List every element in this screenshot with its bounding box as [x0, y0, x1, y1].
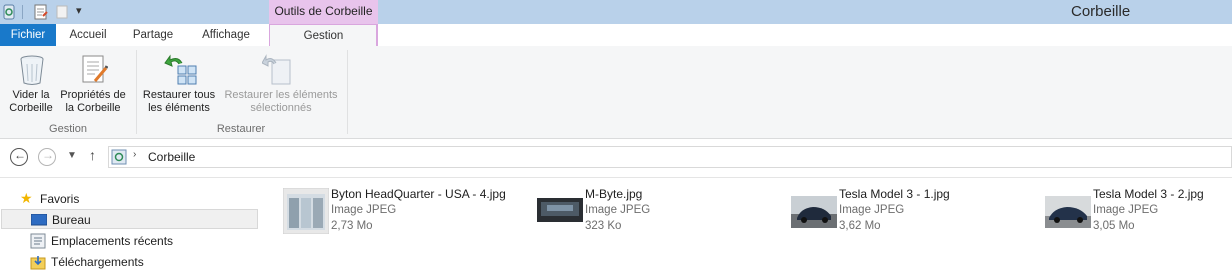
file-item[interactable]: Byton HeadQuarter - USA - 4.jpg Image JP…	[283, 184, 523, 236]
image-thumbnail	[283, 188, 329, 234]
image-thumbnail	[1045, 196, 1091, 228]
back-arrow-icon: ←	[14, 148, 26, 162]
file-name: Tesla Model 3 - 2.jpg	[1093, 187, 1204, 201]
file-type: Image JPEG	[331, 204, 397, 216]
file-item[interactable]: Tesla Model 3 - 2.jpg Image JPEG 3,05 Mo	[1045, 184, 1232, 236]
nav-desktop-label: Bureau	[52, 213, 91, 227]
folder-quick-icon[interactable]	[55, 4, 69, 20]
tab-file[interactable]: Fichier	[0, 24, 56, 46]
nav-desktop[interactable]: Bureau	[1, 209, 258, 229]
bin-properties-button[interactable]: Propriétés de la Corbeille	[58, 52, 128, 116]
address-bar[interactable]: › Corbeille	[108, 146, 1232, 168]
restore-all-label-2: les éléments	[148, 102, 210, 114]
empty-bin-label-1: Vider la	[12, 89, 50, 101]
nav-recent-places[interactable]: Emplacements récents	[30, 231, 250, 251]
image-thumbnail	[537, 198, 583, 222]
group-label-manage: Gestion	[49, 123, 87, 135]
nav-favorites-label: Favoris	[40, 192, 80, 206]
breadcrumb-chevron-icon[interactable]: ›	[133, 149, 136, 160]
restore-all-button[interactable]: Restaurer tous les éléments	[142, 52, 220, 116]
window-title: Corbeille	[1071, 3, 1131, 20]
back-button[interactable]: ←	[10, 148, 28, 166]
properties-icon	[82, 55, 108, 83]
file-size: 3,05 Mo	[1093, 220, 1135, 232]
file-name: Tesla Model 3 - 1.jpg	[839, 187, 950, 201]
nav-downloads[interactable]: Téléchargements	[30, 252, 250, 272]
up-arrow-icon[interactable]: ↑	[89, 147, 96, 163]
empty-bin-button[interactable]: Vider la Corbeille	[8, 52, 54, 116]
nav-downloads-label: Téléchargements	[51, 255, 144, 269]
file-item[interactable]: Tesla Model 3 - 1.jpg Image JPEG 3,62 Mo	[791, 184, 1031, 236]
nav-recent-label: Emplacements récents	[51, 234, 174, 248]
tab-manage[interactable]: Gestion	[269, 24, 378, 48]
tab-view[interactable]: Affichage	[194, 24, 258, 46]
file-type: Image JPEG	[1093, 204, 1159, 216]
recycle-bin-app-icon[interactable]	[2, 4, 16, 20]
restore-selected-icon	[262, 54, 291, 85]
bin-props-label-2: la Corbeille	[65, 102, 121, 114]
tab-share[interactable]: Partage	[124, 24, 182, 46]
contextual-tools-header: Outils de Corbeille	[269, 0, 378, 24]
tab-manage-border	[376, 24, 377, 46]
group-label-restore: Restaurer	[216, 123, 266, 135]
group-separator	[347, 50, 348, 134]
recycle-bin-location-icon	[111, 149, 127, 165]
image-thumbnail	[791, 196, 837, 228]
bin-props-label-1: Propriétés de	[60, 89, 126, 101]
qa-separator	[22, 5, 23, 19]
nav-favorites[interactable]: ★ Favoris	[20, 189, 250, 209]
empty-bin-icon	[20, 55, 44, 85]
recent-locations-dropdown-icon[interactable]: ▼	[67, 150, 77, 161]
file-size: 3,62 Mo	[839, 220, 881, 232]
ribbon-tabs-row	[0, 24, 1232, 47]
recent-places-icon	[30, 233, 46, 249]
empty-bin-label-2: Corbeille	[9, 102, 53, 114]
restore-selected-label-1: Restaurer les éléments	[224, 89, 338, 101]
forward-button[interactable]: →	[38, 148, 56, 166]
group-separator	[136, 50, 137, 134]
file-type: Image JPEG	[585, 204, 651, 216]
file-name: Byton HeadQuarter - USA - 4.jpg	[331, 187, 506, 201]
restore-selected-label-2: sélectionnés	[250, 102, 312, 114]
properties-quick-icon[interactable]	[33, 4, 49, 20]
title-bar	[0, 0, 1232, 24]
file-size: 323 Ko	[585, 220, 622, 232]
file-size: 2,73 Mo	[331, 220, 373, 232]
restore-selected-button[interactable]: Restaurer les éléments sélectionnés	[222, 52, 340, 116]
forward-arrow-icon: →	[42, 148, 54, 162]
file-type: Image JPEG	[839, 204, 905, 216]
qa-dropdown-icon[interactable]: ▾	[76, 4, 82, 17]
restore-all-icon	[164, 54, 197, 85]
downloads-folder-icon	[30, 256, 46, 270]
tab-home[interactable]: Accueil	[60, 24, 116, 46]
breadcrumb-location[interactable]: Corbeille	[148, 150, 195, 164]
desktop-icon	[31, 214, 47, 226]
restore-all-label-1: Restaurer tous	[142, 89, 216, 101]
star-icon: ★	[20, 190, 33, 206]
file-item[interactable]: M-Byte.jpg Image JPEG 323 Ko	[537, 184, 777, 236]
file-name: M-Byte.jpg	[585, 187, 643, 201]
